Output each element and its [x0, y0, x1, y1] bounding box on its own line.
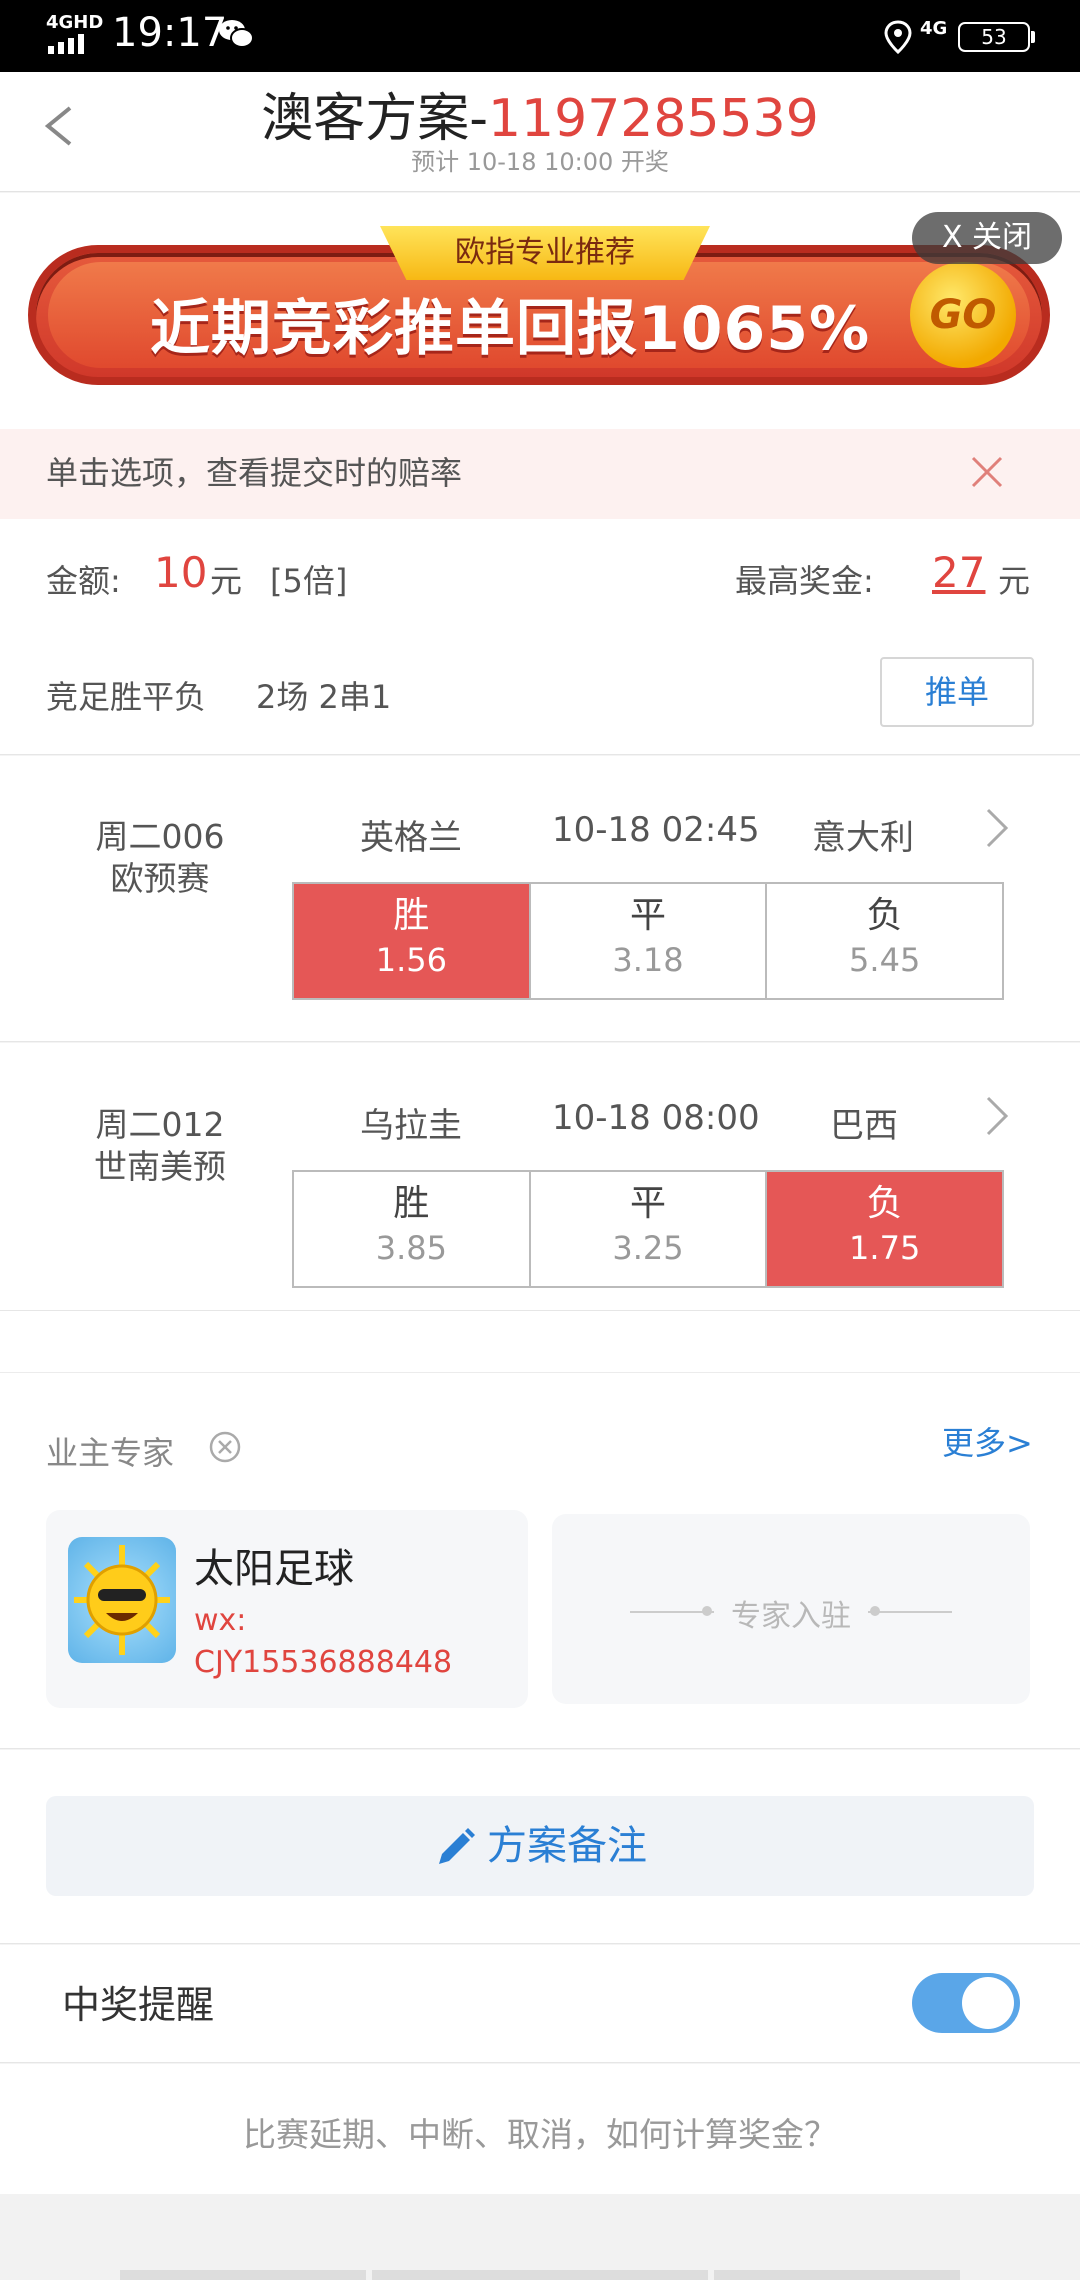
odd-value: 3.25 — [612, 1229, 684, 1267]
signal-icon — [48, 34, 84, 54]
away-team: 意大利 — [812, 818, 914, 858]
section-gap — [0, 1311, 1080, 1373]
tip-text: 单击选项，查看提交时的赔率 — [46, 454, 463, 492]
close-circle-icon[interactable] — [208, 1430, 242, 1464]
odd-lose[interactable]: 负 5.45 — [767, 884, 1003, 998]
ad-text: 近期竞彩推单回报1065% — [150, 294, 871, 364]
ad-tag: 欧指专业推荐 — [380, 226, 710, 280]
odd-label: 胜 — [393, 1183, 430, 1224]
scheme-number: 1197285539 — [487, 89, 819, 149]
max-prize-unit: 元 — [998, 562, 1031, 600]
ad-close-button[interactable]: X 关闭 — [912, 212, 1062, 264]
expert-wx-label: wx: — [194, 1603, 247, 1638]
amount-value: 10 — [154, 548, 208, 597]
odd-label: 负 — [866, 895, 903, 936]
wechat-icon — [219, 20, 254, 48]
odds-row: 胜 3.85 平 3.25 负 1.75 — [292, 1170, 1004, 1288]
remarks-button[interactable]: 方案备注 — [46, 1796, 1034, 1896]
bottom-area — [0, 2194, 1080, 2280]
odd-value: 3.85 — [375, 1229, 447, 1267]
match-id: 周二012 — [95, 1105, 225, 1144]
pencil-icon — [439, 1828, 475, 1864]
chevron-right-icon[interactable] — [984, 1094, 1010, 1138]
expert-wx-id: CJY15536888448 — [194, 1645, 453, 1680]
battery-icon: 53 — [958, 22, 1030, 52]
remarks-label: 方案备注 — [487, 1823, 647, 1869]
page-title: 澳客方案-1197285539 — [0, 76, 1080, 151]
close-icon[interactable] — [970, 455, 1004, 489]
odd-value: 1.75 — [849, 1229, 921, 1267]
odd-draw[interactable]: 平 3.25 — [530, 1172, 768, 1286]
odd-win[interactable]: 胜 1.56 — [294, 884, 531, 998]
expert-join-label: 专家入驻 — [731, 1599, 851, 1634]
match-id: 周二006 — [95, 817, 225, 856]
toggle-knob — [962, 1977, 1014, 2029]
divider — [868, 1611, 952, 1613]
match-time: 10-18 08:00 — [552, 1098, 760, 1138]
play-type: 竞足胜平负 — [46, 678, 207, 716]
amount-unit: 元 — [210, 562, 243, 600]
amount-multiplier: [5倍] — [270, 562, 348, 600]
expert-wx: wx: CJY15536888448 — [194, 1600, 452, 1684]
odd-lose[interactable]: 负 1.75 — [767, 1172, 1003, 1286]
match-time: 10-18 02:45 — [552, 810, 760, 850]
match-league: 世南美预 — [94, 1147, 226, 1186]
amount-label: 金额: — [46, 562, 121, 600]
location-icon — [884, 20, 912, 54]
bottom-tab-edge — [372, 2270, 708, 2280]
draw-time-subtitle: 预计 10-18 10:00 开奖 — [411, 148, 669, 176]
battery-tip — [1031, 31, 1035, 43]
bottom-tab-edge — [120, 2270, 366, 2280]
odd-label: 负 — [866, 1183, 903, 1224]
away-team: 巴西 — [830, 1106, 898, 1146]
odd-win[interactable]: 胜 3.85 — [294, 1172, 531, 1286]
chevron-right-icon[interactable] — [984, 806, 1010, 850]
odd-label: 平 — [630, 895, 667, 936]
status-time: 19:17 — [112, 10, 228, 56]
push-button[interactable]: 推单 — [880, 657, 1034, 727]
title-prefix: 澳客方案- — [261, 89, 488, 149]
faq-link[interactable]: 比赛延期、中断、取消，如何计算奖金？ — [0, 2108, 1080, 2156]
odd-value: 5.45 — [849, 941, 921, 979]
expert-name: 太阳足球 — [194, 1546, 354, 1592]
ad-go-button[interactable]: GO — [910, 262, 1016, 368]
sun-icon — [74, 1545, 170, 1655]
max-prize-value[interactable]: 27 — [932, 548, 985, 597]
max-prize-label: 最高奖金: — [735, 562, 874, 600]
network-indicator: 4GHD — [46, 12, 104, 33]
network-4g: 4G — [920, 18, 948, 39]
home-team: 英格兰 — [360, 818, 462, 858]
experts-more-link[interactable]: 更多> — [942, 1418, 1033, 1464]
odds-row: 胜 1.56 平 3.18 负 5.45 — [292, 882, 1004, 1000]
home-team: 乌拉圭 — [360, 1106, 462, 1146]
match-league: 欧预赛 — [110, 859, 210, 898]
odd-label: 平 — [630, 1183, 667, 1224]
experts-title: 业主专家 — [46, 1434, 175, 1472]
prize-reminder-label: 中奖提醒 — [62, 1983, 215, 2027]
expert-avatar — [68, 1537, 176, 1663]
odd-value: 3.18 — [612, 941, 684, 979]
odd-value: 1.56 — [375, 941, 447, 979]
odd-draw[interactable]: 平 3.18 — [530, 884, 768, 998]
play-detail: 2场 2串1 — [256, 678, 392, 716]
odd-label: 胜 — [393, 895, 430, 936]
bottom-tab-edge — [714, 2270, 960, 2280]
